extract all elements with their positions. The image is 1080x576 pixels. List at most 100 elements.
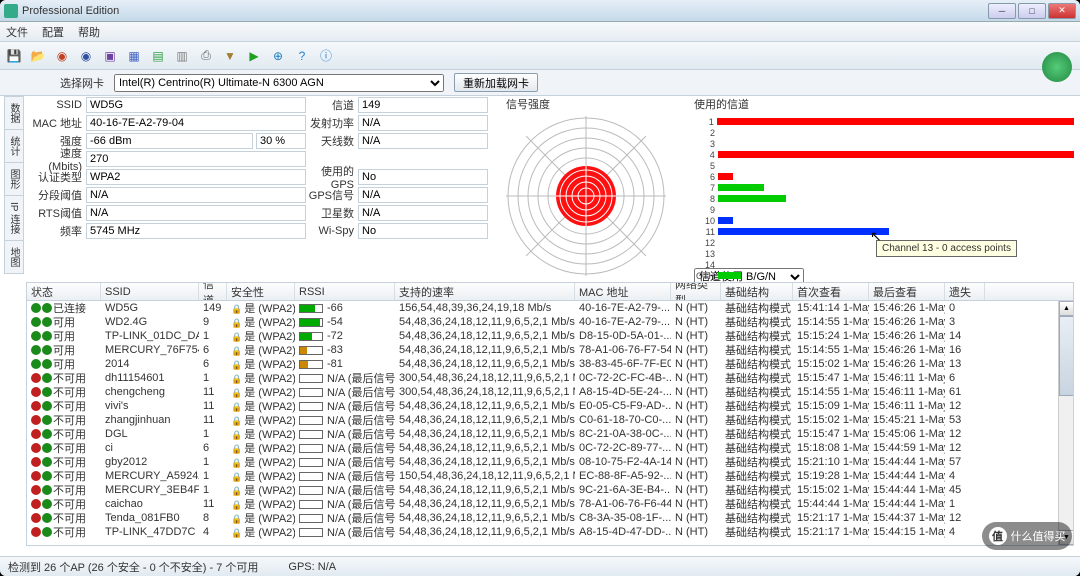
info-icon[interactable]: ⓘ — [316, 46, 336, 66]
status-dot-icon — [31, 331, 41, 341]
col-首次查看[interactable]: 首次查看 — [793, 283, 869, 300]
menu-文件[interactable]: 文件 — [6, 24, 28, 40]
menu-帮助[interactable]: 帮助 — [78, 24, 100, 40]
lock-icon: 🔒 — [231, 304, 242, 314]
lock-icon: 🔒 — [231, 332, 242, 342]
table-row[interactable]: 不可用Tenda_081FB08🔒是 (WPA2)N/A (最后信号 -86)5… — [27, 511, 1073, 525]
status-dot-icon — [31, 457, 41, 467]
scroll-up-icon[interactable]: ▲ — [1059, 301, 1074, 316]
col-安全性[interactable]: 安全性 — [227, 283, 295, 300]
adapter-label: 选择网卡 — [60, 75, 104, 91]
table-row[interactable]: 不可用TP-LINK_47DD7C4🔒是 (WPA2)N/A (最后信号 -79… — [27, 525, 1073, 539]
table-row[interactable]: 不可用chengcheng11🔒是 (WPA2)N/A (最后信号 -82)30… — [27, 385, 1073, 399]
col-信道[interactable]: 信道 — [199, 283, 227, 300]
lock-icon: 🔒 — [231, 318, 242, 328]
list-icon[interactable]: ▦ — [124, 46, 144, 66]
close-button[interactable]: ✕ — [1048, 3, 1076, 19]
lock-icon: 🔒 — [231, 416, 242, 426]
col-MAC 地址[interactable]: MAC 地址 — [575, 283, 671, 300]
minimize-button[interactable]: ─ — [988, 3, 1016, 19]
tab-统计[interactable]: 统计 — [4, 129, 24, 163]
col-最后查看[interactable]: 最后查看 — [869, 283, 945, 300]
print-icon[interactable]: ⎙ — [196, 46, 216, 66]
lock-icon: 🔒 — [231, 346, 242, 356]
status-dot-icon — [31, 429, 41, 439]
table-row[interactable]: 不可用MERCURY_A5924A1🔒是 (WPA2)N/A (最后信号 -83… — [27, 469, 1073, 483]
info-label: Wi-Spy — [308, 225, 358, 237]
col-遗失[interactable]: 遗失 — [945, 283, 985, 300]
tab-图形[interactable]: 图形 — [4, 162, 24, 196]
filter-icon[interactable]: ▼ — [220, 46, 240, 66]
table-row[interactable]: 不可用ci6🔒是 (WPA2)N/A (最后信号 -81)54,48,36,24… — [27, 441, 1073, 455]
help-icon[interactable]: ? — [292, 46, 312, 66]
info-label: 天线数 — [308, 133, 358, 149]
col-网络类型[interactable]: 网络类型 — [671, 283, 721, 300]
tab-IP 连接[interactable]: IP 连接 — [4, 195, 24, 241]
gps-icon[interactable]: ⊕ — [268, 46, 288, 66]
table-row[interactable]: 可用20146🔒是 (WPA2)-8154,48,36,24,18,12,11,… — [27, 357, 1073, 371]
col-SSID[interactable]: SSID — [101, 283, 199, 300]
menu-配置[interactable]: 配置 — [42, 24, 64, 40]
sort-icon[interactable]: ▤ — [148, 46, 168, 66]
status-dot-icon — [31, 387, 41, 397]
app-icon — [4, 4, 18, 18]
open-icon[interactable]: 📂 — [28, 46, 48, 66]
lock-icon: 🔒 — [231, 514, 242, 524]
status-dot-icon — [31, 485, 41, 495]
reload-button[interactable]: 重新加载网卡 — [454, 73, 538, 92]
table-row[interactable]: 不可用MERCURY_3EB4FA1🔒是 (WPA2)N/A (最后信号 -80… — [27, 483, 1073, 497]
globe-icon — [1042, 52, 1072, 82]
table-row[interactable]: 不可用gby20121🔒是 (WPA2)N/A (最后信号 -80)54,48,… — [27, 455, 1073, 469]
play-icon[interactable]: ▶ — [244, 46, 264, 66]
radar1-icon[interactable]: ◉ — [52, 46, 72, 66]
col-RSSI[interactable]: RSSI — [295, 283, 395, 300]
col-支持的速率[interactable]: 支持的速率 — [395, 283, 575, 300]
maximize-button[interactable]: □ — [1018, 3, 1046, 19]
table-row[interactable]: 可用WD2.4G9🔒是 (WPA2)-5454,48,36,24,18,12,1… — [27, 315, 1073, 329]
status-dot-icon — [31, 513, 41, 523]
tab-数据[interactable]: 数据 — [4, 96, 24, 130]
info-label: 发射功率 — [308, 115, 358, 131]
info-value: N/A — [358, 115, 488, 131]
window-title: Professional Edition — [22, 5, 988, 17]
table-row[interactable]: 可用TP-LINK_01DC_DAB...1🔒是 (WPA2)-7254,48,… — [27, 329, 1073, 343]
info-value: N/A — [358, 133, 488, 149]
info-value: No — [358, 169, 488, 185]
col-基础结构[interactable]: 基础结构 — [721, 283, 793, 300]
table-row[interactable]: 不可用zhangjinhuan11🔒是 (WPA2)N/A (最后信号 -78)… — [27, 413, 1073, 427]
toolbar: 💾📂◉◉▣▦▤▥⎙▼▶⊕?ⓘ — [0, 42, 1080, 70]
table-row[interactable]: 可用MERCURY_76F7546🔒是 (WPA2)-8354,48,36,24… — [27, 343, 1073, 357]
info-label: 卫星数 — [308, 205, 358, 221]
lock-icon: 🔒 — [231, 486, 242, 496]
col-状态[interactable]: 状态 — [27, 283, 101, 300]
info-value: WD5G — [86, 97, 306, 113]
table-row[interactable]: 不可用vivi's11🔒是 (WPA2)N/A (最后信号 -82)54,48,… — [27, 399, 1073, 413]
info-value: N/A — [86, 187, 306, 203]
status-dot-icon — [31, 345, 41, 355]
table-row[interactable]: 不可用DGL1🔒是 (WPA2)N/A (最后信号 -82)54,48,36,2… — [27, 427, 1073, 441]
status-dot-icon — [31, 499, 41, 509]
channel-title: 使用的信道 — [694, 96, 1074, 112]
info-value: N/A — [86, 205, 306, 221]
scrollbar[interactable]: ▲ ▼ — [1058, 301, 1073, 545]
side-tabs: 数据统计图形IP 连接地图 — [4, 96, 24, 273]
table-row[interactable]: 不可用dh111546011🔒是 (WPA2)N/A (最后信号 -83)300… — [27, 371, 1073, 385]
tab-地图[interactable]: 地图 — [4, 240, 24, 274]
status-gps: GPS: N/A — [288, 561, 336, 573]
table-row[interactable]: 不可用caichao11🔒是 (WPA2)N/A (最后信号 -84)54,48… — [27, 497, 1073, 511]
radar2-icon[interactable]: ◉ — [76, 46, 96, 66]
save-icon[interactable]: 💾 — [4, 46, 24, 66]
table-row[interactable]: 已连接WD5G149🔒是 (WPA2)-66156,54,48,39,36,24… — [27, 301, 1073, 315]
info-value: No — [358, 223, 488, 239]
info-value: N/A — [358, 205, 488, 221]
lock-icon: 🔒 — [231, 360, 242, 370]
status-bar: 检测到 26 个AP (26 个安全 - 0 个不安全) - 7 个可用 GPS… — [0, 556, 1080, 576]
scroll-thumb[interactable] — [1059, 316, 1074, 396]
status-dot-icon — [31, 303, 41, 313]
locate-icon[interactable]: ▣ — [100, 46, 120, 66]
export-icon[interactable]: ▥ — [172, 46, 192, 66]
watermark: 值什么值得买 — [982, 522, 1072, 550]
lock-icon: 🔒 — [231, 528, 242, 538]
adapter-select[interactable]: Intel(R) Centrino(R) Ultimate-N 6300 AGN — [114, 74, 444, 92]
info-left: SSIDWD5GMAC 地址40-16-7E-A2-79-04强度-66 dBm… — [26, 96, 306, 276]
